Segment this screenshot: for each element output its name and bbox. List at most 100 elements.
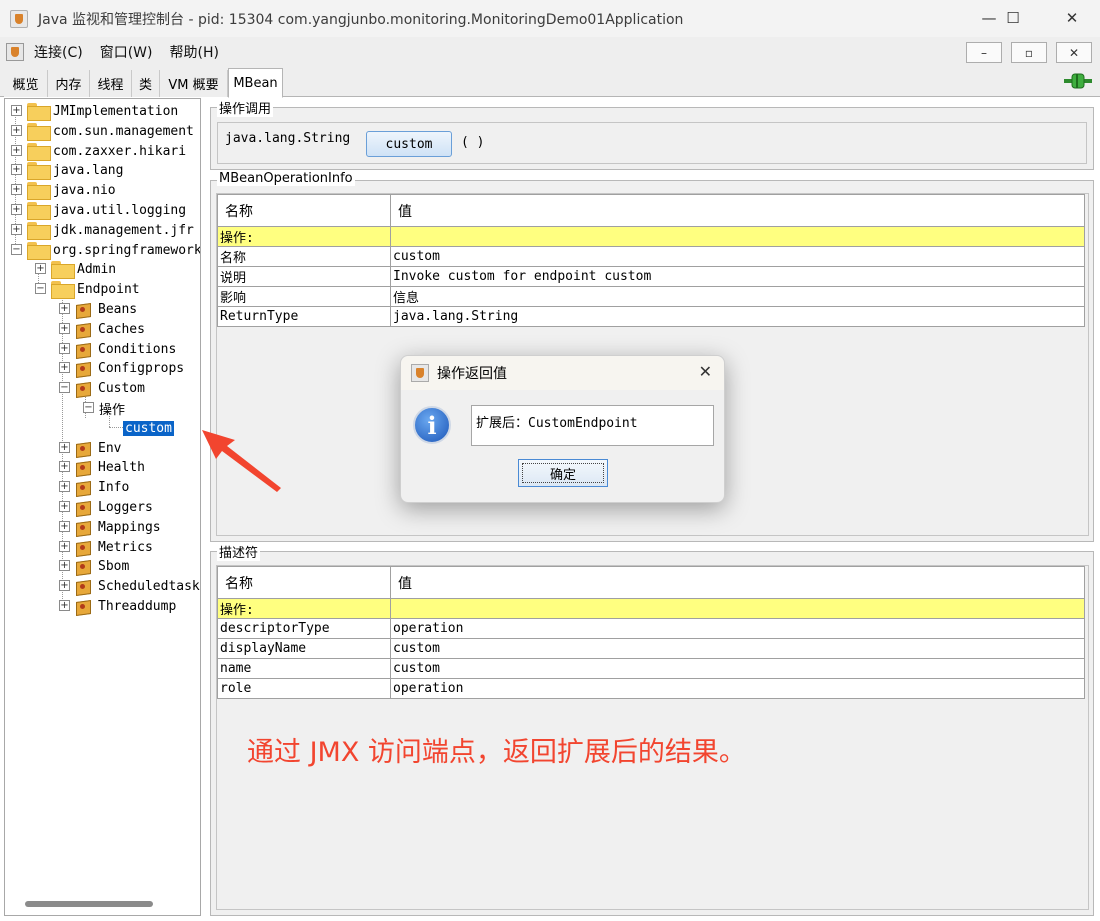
expand-icon[interactable]: + bbox=[59, 362, 70, 373]
tree-node-root[interactable]: − org.springframework bbox=[5, 240, 201, 260]
expand-icon[interactable]: + bbox=[59, 442, 70, 453]
tree-node-custom-operation[interactable]: custom bbox=[5, 418, 200, 438]
maximize-button[interactable]: ☐ bbox=[990, 4, 1036, 32]
expand-icon[interactable]: + bbox=[59, 521, 70, 532]
tree-node-bean[interactable]: + Metrics bbox=[5, 537, 200, 557]
expand-icon[interactable]: + bbox=[59, 461, 70, 472]
tree-node-label: com.zaxxer.hikari bbox=[53, 143, 187, 159]
expand-icon[interactable]: + bbox=[59, 323, 70, 334]
tree-node-bean[interactable]: + Info bbox=[5, 477, 200, 497]
tree-node-label: Scheduledtasks bbox=[98, 578, 201, 594]
tree-node-bean[interactable]: + Conditions bbox=[5, 339, 200, 359]
tree-node-bean[interactable]: − Custom bbox=[5, 378, 200, 398]
tree-node-label: Env bbox=[98, 440, 122, 456]
tree-node-bean[interactable]: + Mappings bbox=[5, 517, 200, 537]
table-row[interactable]: displayName custom bbox=[217, 638, 1085, 659]
tree-node-root[interactable]: + JMImplementation bbox=[5, 101, 200, 121]
mbean-icon bbox=[75, 440, 91, 456]
expand-icon[interactable]: + bbox=[11, 204, 22, 215]
tree-node-bean[interactable]: + Env bbox=[5, 438, 200, 458]
folder-icon bbox=[27, 222, 51, 240]
collapse-icon[interactable]: − bbox=[11, 244, 22, 255]
table-row[interactable]: 名称 custom bbox=[217, 246, 1085, 267]
tree-node-root[interactable]: + jdk.management.jfr bbox=[5, 220, 200, 240]
ok-button[interactable]: 确定 bbox=[518, 459, 608, 487]
mdi-close-button[interactable]: ✕ bbox=[1056, 42, 1092, 63]
tab-classes[interactable]: 类 bbox=[132, 70, 160, 97]
expand-icon[interactable]: + bbox=[59, 303, 70, 314]
expand-icon[interactable]: + bbox=[59, 481, 70, 492]
tree-node-bean[interactable]: + Caches bbox=[5, 319, 200, 339]
tree-node-root[interactable]: + java.nio bbox=[5, 180, 200, 200]
tree-node-label: Threaddump bbox=[98, 598, 177, 614]
dialog-header: 操作返回值 ✕ bbox=[401, 356, 724, 390]
invoke-custom-button[interactable]: custom bbox=[366, 131, 452, 157]
collapse-icon[interactable]: − bbox=[35, 283, 46, 294]
tab-vm-summary[interactable]: VM 概要 bbox=[160, 70, 228, 97]
java-menu-icon[interactable] bbox=[6, 42, 24, 61]
folder-icon bbox=[27, 143, 51, 161]
collapse-icon[interactable]: − bbox=[59, 382, 70, 393]
java-dialog-icon bbox=[411, 364, 429, 382]
expand-icon[interactable]: + bbox=[11, 125, 22, 136]
mbean-icon bbox=[75, 341, 91, 357]
tree-node-bean[interactable]: + Configprops bbox=[5, 358, 200, 378]
tree-node-bean[interactable]: + Scheduledtasks bbox=[5, 576, 201, 596]
tree-horizontal-scrollbar[interactable] bbox=[25, 901, 153, 907]
tree-node-label: Mappings bbox=[98, 519, 161, 535]
expand-icon[interactable]: + bbox=[59, 343, 70, 354]
collapse-icon[interactable]: − bbox=[83, 402, 94, 413]
table-row[interactable]: descriptorType operation bbox=[217, 618, 1085, 639]
tab-memory[interactable]: 内存 bbox=[48, 70, 90, 97]
expand-icon[interactable]: + bbox=[59, 580, 70, 591]
tree-node-endpoint[interactable]: − Endpoint bbox=[5, 279, 200, 299]
table-row[interactable]: 说明 Invoke custom for endpoint custom bbox=[217, 266, 1085, 287]
expand-icon[interactable]: + bbox=[11, 184, 22, 195]
tree-node-bean[interactable]: + Beans bbox=[5, 299, 200, 319]
folder-icon bbox=[51, 261, 75, 279]
expand-icon[interactable]: + bbox=[35, 263, 46, 274]
tree-node-bean[interactable]: + Threaddump bbox=[5, 596, 200, 616]
tree-node-root[interactable]: + java.lang bbox=[5, 160, 200, 180]
expand-icon[interactable]: + bbox=[11, 224, 22, 235]
mdi-restore-button[interactable]: ▫ bbox=[1011, 42, 1047, 63]
tree-node-label: JMImplementation bbox=[53, 103, 179, 119]
menu-window[interactable]: 窗口(W) bbox=[100, 42, 153, 62]
expand-icon[interactable]: + bbox=[59, 541, 70, 552]
tab-mbean[interactable]: MBean bbox=[228, 68, 283, 98]
tree-node-admin[interactable]: + Admin bbox=[5, 259, 200, 279]
tree-node-label: org.springframework bbox=[53, 242, 201, 258]
expand-icon[interactable]: + bbox=[59, 560, 70, 571]
expand-icon[interactable]: + bbox=[11, 105, 22, 116]
table-row[interactable]: 影响 信息 bbox=[217, 286, 1085, 307]
descriptor-title: 描述符 bbox=[217, 542, 261, 561]
table-row[interactable]: role operation bbox=[217, 678, 1085, 699]
table-row[interactable]: name custom bbox=[217, 658, 1085, 679]
expand-icon[interactable]: + bbox=[59, 600, 70, 611]
mbean-icon bbox=[75, 459, 91, 475]
tree-node-label: Beans bbox=[98, 301, 138, 317]
mbean-icon bbox=[75, 558, 91, 574]
tree-node-root[interactable]: + com.zaxxer.hikari bbox=[5, 141, 200, 161]
mdi-minimize-button[interactable]: – bbox=[966, 42, 1002, 63]
mbean-icon bbox=[75, 598, 91, 614]
return-value-text[interactable]: 扩展后：CustomEndpoint bbox=[471, 405, 714, 446]
close-window-button[interactable]: ✕ bbox=[1049, 4, 1095, 32]
expand-icon[interactable]: + bbox=[11, 145, 22, 156]
table-row[interactable]: ReturnType java.lang.String bbox=[217, 306, 1085, 327]
expand-icon[interactable]: + bbox=[11, 164, 22, 175]
tree-node-bean[interactable]: + Sbom bbox=[5, 556, 200, 576]
tab-overview[interactable]: 概览 bbox=[4, 70, 48, 97]
tree-node-bean[interactable]: + Loggers bbox=[5, 497, 200, 517]
tree-node-bean[interactable]: + Health bbox=[5, 457, 200, 477]
tree-node-root[interactable]: + com.sun.management bbox=[5, 121, 200, 141]
expand-icon[interactable]: + bbox=[59, 501, 70, 512]
tree-node-root[interactable]: + java.util.logging bbox=[5, 200, 200, 220]
tab-threads[interactable]: 线程 bbox=[90, 70, 132, 97]
mbean-icon bbox=[75, 479, 91, 495]
tree-node-operations[interactable]: − 操作 bbox=[5, 398, 200, 418]
folder-icon bbox=[27, 242, 51, 260]
menu-help[interactable]: 帮助(H) bbox=[169, 42, 218, 62]
menu-connect[interactable]: 连接(C) bbox=[34, 42, 83, 62]
dialog-close-icon[interactable]: ✕ bbox=[699, 362, 712, 381]
